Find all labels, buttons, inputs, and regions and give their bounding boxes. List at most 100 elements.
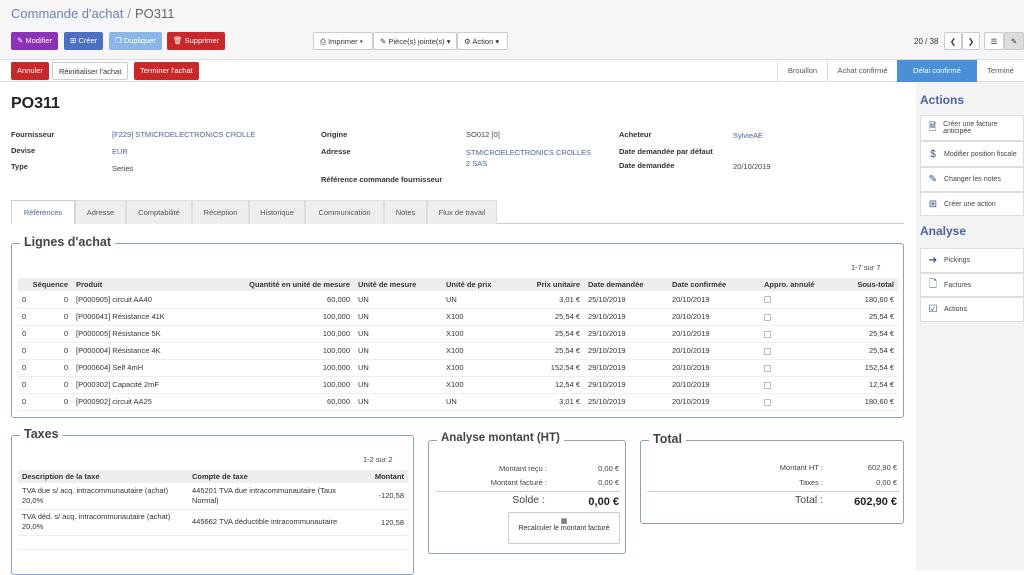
price-unit-cell: X100 bbox=[442, 325, 514, 343]
sequence-index: 0 bbox=[63, 363, 68, 372]
product-cell[interactable]: [P000902] circuit AA25 bbox=[72, 393, 192, 411]
table-row[interactable]: TVA déd. s/ acq. intracommunautaire (ach… bbox=[18, 509, 408, 536]
print-dropdown[interactable]: ⎙ Imprimer ▾ bbox=[313, 32, 373, 50]
received-amount-value: 0,00 € bbox=[598, 464, 619, 473]
breadcrumb-parent[interactable]: Commande d'achat bbox=[11, 6, 123, 21]
checkbox[interactable] bbox=[764, 398, 771, 406]
address-line1[interactable]: STMICROELECTRONICS CROLLES bbox=[466, 148, 591, 157]
col-unit-price[interactable]: Prix unitaire bbox=[514, 278, 584, 291]
empty-cell bbox=[18, 535, 408, 550]
quantity-cell: 100,000 bbox=[192, 376, 354, 394]
product-cell[interactable]: [P000005] Résistance 5K bbox=[72, 325, 192, 343]
tab-workflow[interactable]: Flux de travail bbox=[427, 200, 497, 224]
currency-link[interactable]: EUR bbox=[112, 147, 128, 156]
table-row[interactable]: 0 0 [P000005] Résistance 5K 100,000 UN X100 25… bbox=[18, 325, 898, 343]
col-requested-date[interactable]: Date demandée bbox=[584, 278, 668, 291]
checkbox[interactable] bbox=[764, 313, 771, 321]
checkbox[interactable] bbox=[764, 347, 771, 355]
col-tax-amount[interactable]: Montant bbox=[368, 470, 408, 483]
next-record-button[interactable]: ❯ bbox=[962, 32, 980, 50]
sequence-value: 0 bbox=[22, 329, 27, 338]
sidebar-item-advance-invoice[interactable]: 🗎 Créer une facture anticipée bbox=[920, 115, 1024, 141]
col-product[interactable]: Produit bbox=[72, 278, 192, 291]
product-cell[interactable]: [P000905] circuit AA40 bbox=[72, 291, 192, 309]
breadcrumb-separator: / bbox=[127, 6, 131, 21]
previous-record-button[interactable]: ❮ bbox=[944, 32, 962, 50]
table-row[interactable]: 0 0 [P000604] Self 4mH 100,000 UN X100 152,54 … bbox=[18, 359, 898, 377]
table-row[interactable]: 0 0 [P000041] Résistance 41K 100,000 UN X100 2… bbox=[18, 308, 898, 326]
sequence-cell: 00 bbox=[18, 393, 72, 411]
table-row[interactable]: 0 0 [P000004] Résistance 4K 100,000 UN X100 25… bbox=[18, 342, 898, 360]
checkbox[interactable] bbox=[764, 381, 771, 389]
form-view-button[interactable]: ✎ bbox=[1004, 32, 1024, 50]
list-view-button[interactable]: ☰ bbox=[984, 32, 1004, 50]
tax-account-cell: 445201 TVA due intracommunautaire (Taux N… bbox=[188, 483, 368, 510]
sidebar-item-pickings[interactable]: ➔ Pickings bbox=[920, 248, 1024, 273]
caret-down-icon: ▾ bbox=[446, 37, 451, 46]
dollar-icon: $ bbox=[930, 148, 936, 160]
sidebar-item-invoices[interactable]: 🗋 Factures bbox=[920, 273, 1024, 297]
table-row[interactable]: 0 0 [P000902] circuit AA25 60,000 UN UN 3,01 €… bbox=[18, 393, 898, 411]
sidebar-item-create-action[interactable]: ⊞ Créer une action bbox=[920, 192, 1024, 216]
col-procurement-cancelled[interactable]: Appro. annulé bbox=[760, 278, 830, 291]
supplier-link[interactable]: [F229] STMICROELECTRONICS CROLLE bbox=[112, 130, 255, 139]
checkbox[interactable] bbox=[764, 330, 771, 338]
checkbox[interactable] bbox=[764, 364, 771, 372]
sidebar-item-change-notes[interactable]: ✎ Changer les notes bbox=[920, 167, 1024, 192]
invoiced-amount-value: 0,00 € bbox=[598, 478, 619, 487]
reset-purchase-button[interactable]: Réinitialiser l'achat bbox=[52, 62, 129, 80]
recalculate-invoiced-button[interactable]: ▦ Recalculer le montant facturé bbox=[508, 512, 620, 544]
taxes-table: Description de la taxe Compte de taxe Mo… bbox=[18, 470, 408, 550]
tax-amount-cell: -120,58 bbox=[368, 483, 408, 510]
price-unit-cell: X100 bbox=[442, 308, 514, 326]
col-uom[interactable]: Unité de mesure bbox=[354, 278, 442, 291]
uom-cell: UN bbox=[354, 359, 442, 377]
unit-price-cell: 12,54 € bbox=[514, 376, 584, 394]
attachments-dropdown[interactable]: ✎ Pièce(s) jointe(s) ▾ bbox=[373, 32, 457, 50]
col-confirmed-date[interactable]: Date confirmée bbox=[668, 278, 760, 291]
tab-history[interactable]: Historique bbox=[249, 200, 305, 224]
product-cell[interactable]: [P000604] Self 4mH bbox=[72, 359, 192, 377]
col-subtotal[interactable]: Sous-total bbox=[830, 278, 898, 291]
create-button[interactable]: ⊞ Créer bbox=[64, 32, 104, 50]
tab-accounting[interactable]: Comptabilité bbox=[126, 200, 192, 224]
tab-notes[interactable]: Notes bbox=[384, 200, 427, 224]
tab-references[interactable]: Références bbox=[11, 200, 75, 224]
product-cell[interactable]: [P000004] Résistance 4K bbox=[72, 342, 192, 360]
table-row[interactable]: 0 0 [P000905] circuit AA40 60,000 UN UN 3,01 €… bbox=[18, 291, 898, 309]
tax-description: TVA déd. s/ acq. intracommunautaire (ach… bbox=[22, 512, 171, 521]
delete-button[interactable]: 🗑 Supprimer bbox=[167, 32, 226, 50]
col-tax-account[interactable]: Compte de taxe bbox=[188, 470, 368, 483]
quantity-cell: 60,000 bbox=[192, 291, 354, 309]
address-line2[interactable]: 2 SAS bbox=[466, 159, 487, 168]
action-dropdown[interactable]: ⚙ Action ▾ bbox=[457, 32, 508, 50]
tab-address[interactable]: Adresse bbox=[75, 200, 126, 224]
uom-cell: UN bbox=[354, 325, 442, 343]
edit-button[interactable]: ✎ Modifier bbox=[11, 32, 59, 50]
checkbox[interactable] bbox=[764, 296, 771, 304]
buyer-link[interactable]: SylvieAE bbox=[733, 131, 763, 140]
col-tax-description[interactable]: Description de la taxe bbox=[18, 470, 188, 483]
col-sequence[interactable]: Séquence bbox=[18, 278, 72, 291]
sidebar-item-actions[interactable]: ☑ Actions bbox=[920, 297, 1024, 322]
price-unit-cell: X100 bbox=[442, 359, 514, 377]
requested-date-cell: 29/10/2019 bbox=[584, 359, 668, 377]
tab-communication[interactable]: Communication bbox=[305, 200, 384, 224]
requested-date-cell: 29/10/2019 bbox=[584, 342, 668, 360]
table-row[interactable]: TVA due s/ acq. intracommunautaire (acha… bbox=[18, 483, 408, 510]
sequence-value: 0 bbox=[22, 397, 27, 406]
duplicate-button[interactable]: ❐ Dupliquer bbox=[109, 32, 162, 50]
sequence-cell: 00 bbox=[18, 342, 72, 360]
action-label: Action bbox=[472, 37, 494, 46]
sidebar-item-fiscal-position[interactable]: $ Modifier position fiscale bbox=[920, 141, 1024, 167]
tab-reception[interactable]: Réception bbox=[192, 200, 249, 224]
col-price-unit[interactable]: Unité de prix bbox=[442, 278, 514, 291]
quantity-cell: 60,000 bbox=[192, 393, 354, 411]
product-cell[interactable]: [P000302] Capacité 2mF bbox=[72, 376, 192, 394]
finish-purchase-button[interactable]: Terminer l'achat bbox=[134, 62, 199, 80]
col-quantity[interactable]: Quantité en unité de mesure bbox=[192, 278, 354, 291]
chevron-right-icon: ❯ bbox=[967, 37, 975, 46]
product-cell[interactable]: [P000041] Résistance 41K bbox=[72, 308, 192, 326]
cancel-button[interactable]: Annuler bbox=[11, 62, 49, 80]
table-row[interactable]: 0 0 [P000302] Capacité 2mF 100,000 UN X100 12,… bbox=[18, 376, 898, 394]
